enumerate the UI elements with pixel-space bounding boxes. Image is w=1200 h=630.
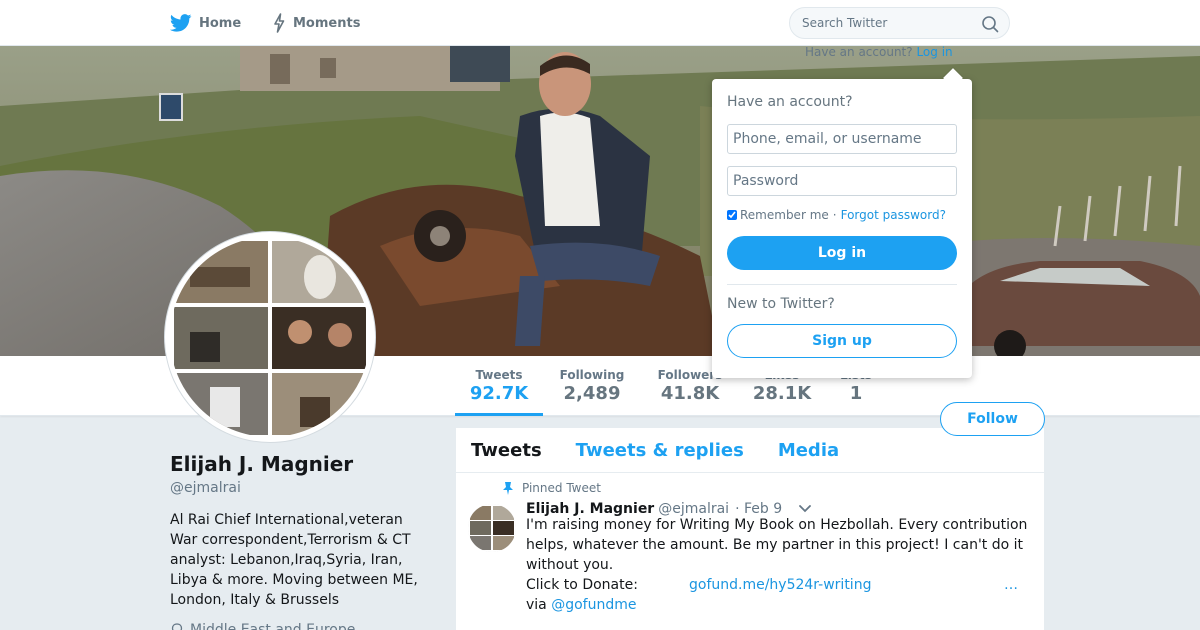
tab-tweets-replies[interactable]: Tweets & replies xyxy=(576,440,744,461)
tweet-via-link[interactable]: @gofundme xyxy=(551,597,636,613)
lightning-icon xyxy=(274,13,285,33)
location-pin-icon xyxy=(171,623,183,630)
pinned-indicator: Pinned Tweet xyxy=(502,481,601,495)
remember-separator: · xyxy=(832,208,837,222)
header-login-link[interactable]: Log in xyxy=(916,45,952,59)
username-field[interactable] xyxy=(727,124,957,154)
timeline: Tweets Tweets & replies Media Pinned Twe… xyxy=(456,428,1044,630)
profile-location: Middle East and Europe xyxy=(170,622,355,630)
profile-handle[interactable]: @ejmalrai xyxy=(170,480,241,496)
twitter-bird-icon xyxy=(170,14,192,32)
follow-button[interactable]: Follow xyxy=(940,402,1045,436)
tab-tweets[interactable]: Tweets xyxy=(471,440,542,461)
stat-label: Following xyxy=(559,368,625,382)
remember-me-checkbox[interactable] xyxy=(727,210,737,220)
stat-following[interactable]: Following 2,489 xyxy=(552,356,632,416)
profile-bio: Al Rai Chief International,veteran War c… xyxy=(170,512,418,608)
stat-value: 92.7K xyxy=(469,383,529,404)
tweet-avatar[interactable] xyxy=(468,504,516,552)
login-dropdown: Have an account? Remember me · Forgot pa… xyxy=(712,79,972,378)
search-icon[interactable] xyxy=(981,15,999,33)
tweet-avatar-image xyxy=(468,504,516,552)
remember-row: Remember me · Forgot password? xyxy=(727,208,946,222)
password-field[interactable] xyxy=(727,166,957,196)
chevron-down-icon[interactable] xyxy=(798,504,812,514)
nav-moments-label: Moments xyxy=(293,15,361,31)
search-input[interactable] xyxy=(802,14,972,32)
tweet-via-label: via xyxy=(526,597,547,613)
stat-value: 2,489 xyxy=(563,383,621,404)
forgot-password-link[interactable]: Forgot password? xyxy=(841,208,946,222)
top-navigation-bar: Home Moments xyxy=(0,0,1200,46)
login-title: Have an account? xyxy=(727,94,853,110)
tweet-donate-link[interactable]: gofund.me/hy524r-writing xyxy=(689,575,871,595)
signup-button[interactable]: Sign up xyxy=(727,324,957,358)
tweet-text: I'm raising money for Writing My Book on… xyxy=(526,517,1028,573)
stat-tweets[interactable]: Tweets 92.7K xyxy=(455,356,543,416)
search-box xyxy=(789,7,1010,39)
nav-home-label: Home xyxy=(199,15,242,31)
profile-avatar[interactable] xyxy=(165,232,375,442)
login-divider xyxy=(727,284,957,285)
header-login-prompt-text: Have an account? xyxy=(805,45,913,59)
new-to-twitter-label: New to Twitter? xyxy=(727,296,835,312)
pinned-label: Pinned Tweet xyxy=(522,481,601,495)
tweet-more-link[interactable]: … xyxy=(1004,575,1018,595)
stat-value: 41.8K xyxy=(660,383,720,404)
avatar-image xyxy=(170,237,370,437)
tab-media[interactable]: Media xyxy=(778,440,839,461)
profile-name[interactable]: Elijah J. Magnier xyxy=(170,452,353,476)
remember-me-label: Remember me xyxy=(740,208,829,222)
header-login-prompt: Have an account? Log in xyxy=(805,45,953,59)
tweet-donate-label: Click to Donate: xyxy=(526,577,638,593)
pinned-tweet[interactable]: Pinned Tweet Elijah J. Magnier @ejmalrai… xyxy=(456,473,1044,630)
tweet-donate-line: Click to Donate: gofund.me/hy524r-writin… xyxy=(526,575,1036,595)
stat-value: 1 xyxy=(849,383,863,404)
profile-location-text: Middle East and Europe xyxy=(190,622,356,630)
pin-icon xyxy=(503,482,513,495)
nav-home[interactable]: Home xyxy=(170,0,241,46)
stat-label: Tweets xyxy=(475,368,523,382)
login-button[interactable]: Log in xyxy=(727,236,957,270)
stat-value: 28.1K xyxy=(752,383,812,404)
tweet-via-line: via @gofundme xyxy=(526,595,636,615)
nav-moments[interactable]: Moments xyxy=(272,0,360,46)
